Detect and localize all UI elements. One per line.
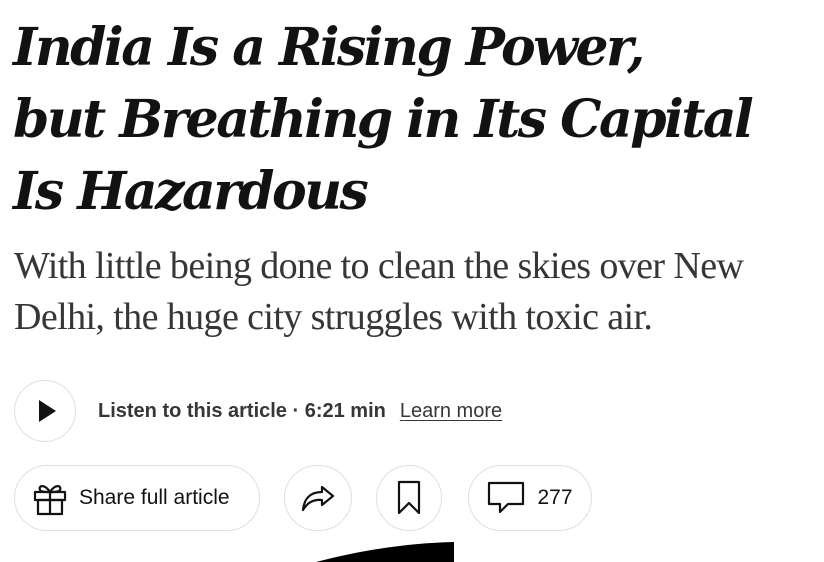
comment-icon xyxy=(488,481,525,514)
gift-icon xyxy=(33,485,67,516)
summary-line: With little being done to clean the skie… xyxy=(14,245,744,287)
comments-button[interactable]: 277 xyxy=(468,465,592,531)
play-icon xyxy=(38,400,56,422)
bookmark-icon xyxy=(397,480,421,515)
share-button[interactable] xyxy=(284,465,352,531)
share-arrow-icon xyxy=(301,485,335,512)
headline-line: but Breathing in Its Capital xyxy=(13,89,754,150)
article-headline: India Is a Rising Power, but Breathing i… xyxy=(13,12,813,228)
headline-line: India Is a Rising Power, xyxy=(13,17,645,78)
listen-label: Listen to this article · 6:21 min xyxy=(98,400,386,422)
article-summary: With little being done to clean the skie… xyxy=(14,241,814,343)
play-audio-button[interactable] xyxy=(14,380,76,442)
learn-more-link[interactable]: Learn more xyxy=(400,400,502,422)
listen-info: Listen to this article · 6:21 min Learn m… xyxy=(98,397,502,425)
share-full-article-button[interactable]: Share full article xyxy=(14,465,260,531)
save-button[interactable] xyxy=(376,465,442,531)
article-image-edge xyxy=(316,542,454,562)
headline-line: Is Hazardous xyxy=(13,161,369,222)
summary-line: Delhi, the huge city struggles with toxi… xyxy=(14,296,653,338)
comment-count: 277 xyxy=(537,486,573,509)
share-full-article-label: Share full article xyxy=(79,486,230,509)
